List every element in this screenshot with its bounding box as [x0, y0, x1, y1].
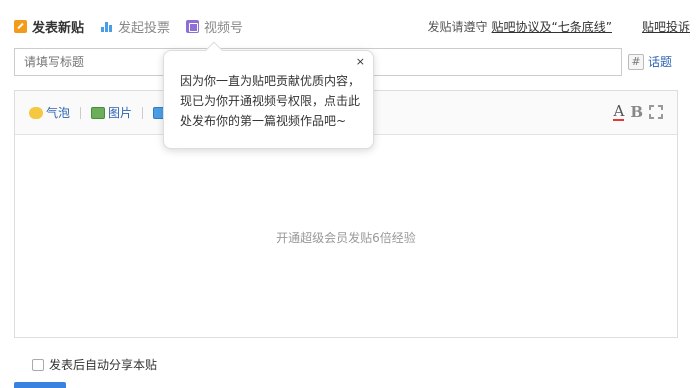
- format-controls: A B: [613, 103, 663, 121]
- topic-button-label: 话题: [648, 55, 673, 69]
- post-icon: [14, 19, 27, 33]
- image-tool-label: 图片: [108, 106, 133, 120]
- close-icon[interactable]: ×: [356, 55, 365, 68]
- auto-share-label: 发表后自动分享本贴: [49, 358, 158, 372]
- post-rules-notice: 发贴请遵守: [427, 20, 488, 34]
- font-color-button[interactable]: A: [613, 103, 625, 121]
- hash-icon: #: [628, 53, 644, 70]
- tooltip-message: 因为你一直为贴吧贡献优质内容，现已为你开通视频号权限，点击此处发布你的第一篇视频…: [180, 74, 361, 128]
- vote-icon: [100, 19, 114, 33]
- video-feature-tooltip: × 因为你一直为贴吧贡献优质内容，现已为你开通视频号权限，点击此处发布你的第一篇…: [163, 41, 374, 149]
- report-link[interactable]: 贴吧投诉: [642, 18, 690, 35]
- tab-start-vote-label: 发起投票: [118, 20, 171, 36]
- submit-button[interactable]: [14, 382, 66, 388]
- header-links: 发贴请遵守 贴吧协议及“七条底线” 贴吧投诉: [428, 18, 690, 35]
- auto-share-checkbox[interactable]: [32, 358, 44, 371]
- tab-video-label: 视频号: [204, 20, 244, 36]
- tab-start-vote[interactable]: 发起投票: [100, 17, 170, 36]
- agreement-link[interactable]: 贴吧协议及“七条底线”: [492, 18, 612, 35]
- tab-video[interactable]: 视频号: [186, 17, 243, 36]
- tab-new-post[interactable]: 发表新贴: [14, 17, 84, 36]
- post-type-tabs: 发表新贴 发起投票 视频号: [14, 16, 259, 36]
- bubble-tool-label: 气泡: [46, 106, 71, 120]
- fullscreen-icon[interactable]: [649, 105, 663, 119]
- tab-new-post-label: 发表新贴: [32, 20, 85, 36]
- video-icon: [186, 19, 200, 33]
- bold-button[interactable]: B: [630, 103, 643, 121]
- editor-placeholder: 开通超级会员发贴6倍经验: [276, 231, 416, 245]
- toolbar-divider: [80, 106, 82, 119]
- toolbar-divider: [142, 106, 144, 119]
- bubble-tool[interactable]: 气泡: [29, 104, 70, 121]
- editor-content-area[interactable]: 开通超级会员发贴6倍经验: [15, 135, 677, 337]
- auto-share-option: 发表后自动分享本贴: [32, 356, 157, 373]
- topic-button[interactable]: # 话题: [628, 53, 672, 70]
- image-tool[interactable]: 图片: [91, 104, 132, 121]
- image-icon: [91, 106, 106, 119]
- bubble-icon: [29, 106, 43, 119]
- tooltip-arrow: [205, 41, 223, 59]
